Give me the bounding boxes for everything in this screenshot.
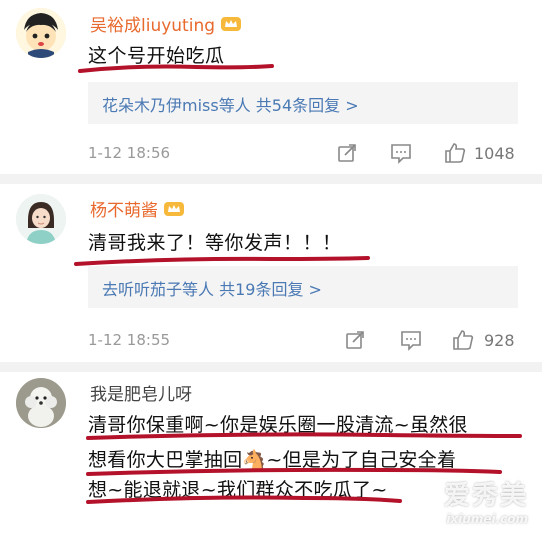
comment-meta: 1-12 18:56 1048 <box>88 142 528 164</box>
comment-icon[interactable] <box>400 329 422 351</box>
avatar[interactable] <box>16 378 66 428</box>
crown-badge-icon <box>164 202 184 216</box>
share-icon[interactable] <box>336 142 358 164</box>
underline-mark <box>86 495 402 504</box>
comment-text: 清哥我来了！等你发声！！！ <box>88 232 342 254</box>
replies-box[interactable]: 花朵木乃伊miss等人 共54条回复 > <box>88 82 518 124</box>
comment-item: 杨不萌酱 清哥我来了！等你发声！！！ 去听听茄子等人 共19条回复 > 1-12… <box>0 184 542 364</box>
separator <box>0 174 542 184</box>
username[interactable]: 我是肥皂儿呀 <box>90 380 192 405</box>
username-text[interactable]: 吴裕成liuyuting <box>90 16 215 36</box>
girl-photo-avatar-icon <box>16 194 66 244</box>
replies-link[interactable]: 去听听茄子等人 共19条回复 > <box>102 276 322 300</box>
username-text[interactable]: 杨不萌酱 <box>90 201 158 221</box>
comment-icon[interactable] <box>390 142 412 164</box>
username[interactable]: 吴裕成liuyuting <box>90 11 242 36</box>
watermark: 爱秀美 ixiumei.com <box>444 475 528 526</box>
replies-link[interactable]: 花朵木乃伊miss等人 共54条回复 > <box>102 92 359 116</box>
like-count: 928 <box>484 331 515 350</box>
cartoon-boy-avatar-icon <box>16 8 66 58</box>
comment-meta: 1-12 18:55 928 <box>88 329 528 351</box>
timestamp: 1-12 18:56 <box>88 144 171 162</box>
like-count: 1048 <box>474 144 515 163</box>
dog-photo-avatar-icon <box>16 378 66 428</box>
thumbs-up-icon[interactable] <box>452 329 474 351</box>
avatar[interactable] <box>16 194 66 244</box>
username[interactable]: 杨不萌酱 <box>90 196 184 221</box>
avatar[interactable] <box>16 8 66 58</box>
username-text[interactable]: 我是肥皂儿呀 <box>90 385 192 405</box>
underline-mark <box>86 432 522 440</box>
thumbs-up-icon[interactable] <box>444 142 466 164</box>
crown-badge-icon <box>221 17 242 31</box>
watermark-main: 爱秀美 <box>443 481 528 511</box>
separator <box>0 362 542 372</box>
share-icon[interactable] <box>344 329 366 351</box>
watermark-sub: ixiumei.com <box>446 512 528 526</box>
timestamp: 1-12 18:55 <box>88 331 171 349</box>
replies-box[interactable]: 去听听茄子等人 共19条回复 > <box>88 266 518 308</box>
comment-item: 吴裕成liuyuting 这个号开始吃瓜 花朵木乃伊miss等人 共54条回复 … <box>0 0 542 178</box>
underline-mark <box>78 64 274 73</box>
